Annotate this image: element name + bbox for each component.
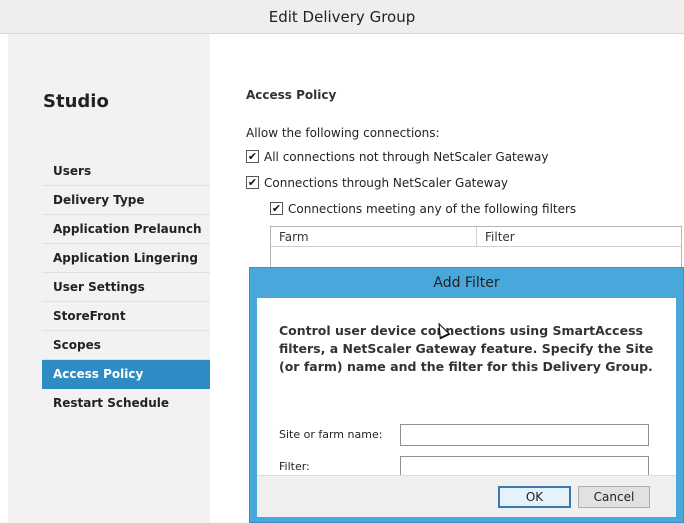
sidebar-item-label: Delivery Type (53, 193, 145, 207)
column-header-filter[interactable]: Filter (477, 227, 681, 247)
sidebar-item-delivery-type[interactable]: Delivery Type (42, 186, 210, 215)
sidebar-item-label: Application Lingering (53, 251, 198, 265)
site-name-input[interactable] (400, 424, 649, 446)
window-title: Edit Delivery Group (268, 8, 416, 26)
filter-connections-label: Connections meeting any of the following… (288, 202, 577, 216)
sidebar-item-label: Scopes (53, 338, 101, 352)
sidebar-item-restart-schedule[interactable]: Restart Schedule (42, 389, 210, 417)
sidebar-item-label: User Settings (53, 280, 145, 294)
sidebar-item-label: StoreFront (53, 309, 126, 323)
sidebar-item-label: Application Prelaunch (53, 222, 202, 236)
checkmark-icon: ✔ (247, 176, 258, 189)
dialog-footer: OK Cancel (257, 475, 676, 517)
sidebar-item-storefront[interactable]: StoreFront (42, 302, 210, 331)
studio-brand: Studio (43, 91, 109, 112)
gateway-connections-label: Connections through NetScaler Gateway (264, 176, 509, 190)
sidebar-item-application-lingering[interactable]: Application Lingering (42, 244, 210, 273)
sidebar-item-user-settings[interactable]: User Settings (42, 273, 210, 302)
page-title: Access Policy (246, 88, 337, 102)
checkmark-icon: ✔ (247, 150, 258, 163)
sidebar-item-access-policy[interactable]: Access Policy (42, 360, 222, 389)
sidebar-item-label: Restart Schedule (53, 396, 170, 410)
site-name-label: Site or farm name: (279, 428, 383, 441)
all-connections-checkbox[interactable]: ✔ (246, 150, 259, 163)
title-bar: Edit Delivery Group (0, 0, 684, 34)
ok-button[interactable]: OK (498, 486, 571, 508)
allow-connections-label: Allow the following connections: (246, 126, 440, 140)
sidebar-item-scopes[interactable]: Scopes (42, 331, 210, 360)
sidebar-item-label: Users (53, 164, 92, 178)
dialog-title: Add Filter (433, 275, 500, 291)
sidebar-item-users[interactable]: Users (42, 157, 210, 186)
checkmark-icon: ✔ (271, 202, 282, 215)
all-connections-label: All connections not through NetScaler Ga… (264, 150, 549, 164)
filter-connections-checkbox[interactable]: ✔ (270, 202, 283, 215)
gateway-connections-checkbox[interactable]: ✔ (246, 176, 259, 189)
cancel-button[interactable]: Cancel (578, 486, 650, 508)
dialog-description: Control user device connections using Sm… (279, 323, 654, 374)
sidebar-nav: Users Delivery Type Application Prelaunc… (42, 157, 222, 417)
filter-label: Filter: (279, 460, 310, 473)
column-header-farm[interactable]: Farm (271, 227, 477, 247)
sidebar-item-application-prelaunch[interactable]: Application Prelaunch (42, 215, 210, 244)
add-filter-dialog: Add Filter Control user device connectio… (249, 267, 684, 523)
dialog-body: Control user device connections using Sm… (257, 298, 676, 517)
sidebar-item-label: Access Policy (53, 367, 144, 381)
